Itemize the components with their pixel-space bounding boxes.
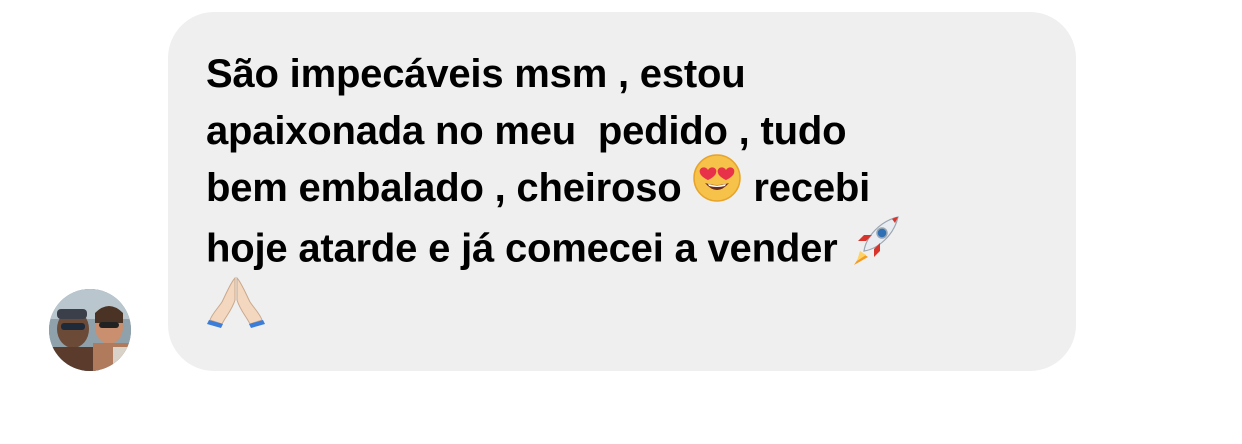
message-line: São impecáveis msm , estou (206, 52, 746, 96)
message-text: hoje atarde e já comecei a vender (206, 227, 849, 271)
avatar-photo (49, 289, 131, 371)
message-text: bem embalado , cheiroso (206, 166, 693, 210)
message-line (206, 276, 1040, 343)
message-line: bem embalado , cheiroso recebi (206, 154, 1040, 219)
heart-eyes-emoji (692, 153, 742, 219)
message-thread: São impecáveis msm , estou apaixonada no… (0, 0, 1242, 444)
message-text: recebi (742, 166, 871, 210)
message-line: hoje atarde e já comecei a vender (206, 216, 1040, 283)
folded-hands-emoji (206, 276, 266, 344)
message-line: apaixonada no meu pedido , tudo (206, 109, 847, 153)
avatar[interactable] (49, 289, 131, 371)
rocket-emoji (848, 211, 904, 283)
message-bubble[interactable]: São impecáveis msm , estou apaixonada no… (168, 12, 1076, 371)
